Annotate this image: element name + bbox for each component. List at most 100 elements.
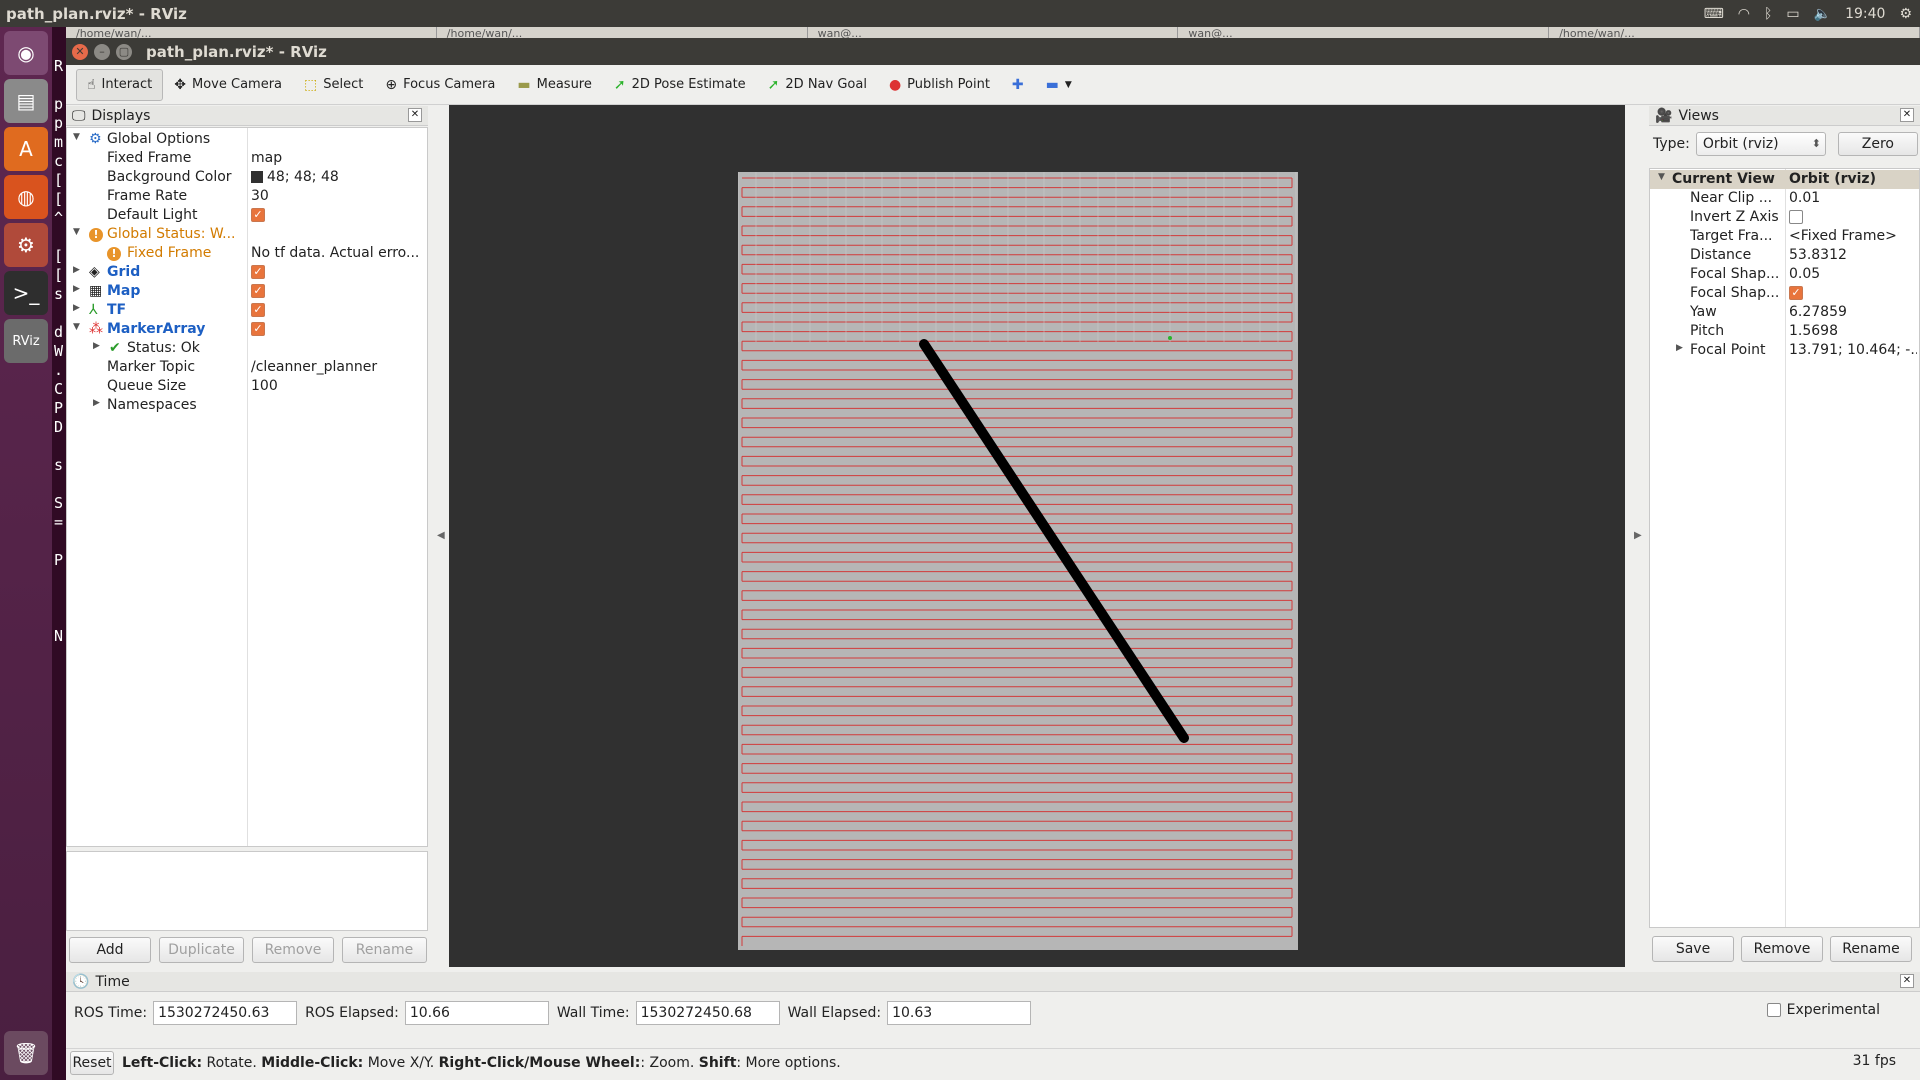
- focal-shape-checkbox[interactable]: ✓: [1789, 286, 1803, 300]
- rename-display-button[interactable]: Rename: [342, 937, 427, 963]
- invert-z-checkbox[interactable]: [1789, 210, 1803, 224]
- view-prop-target-frame[interactable]: Target Fra... <Fixed Frame>: [1650, 227, 1919, 246]
- close-icon[interactable]: ✕: [1900, 108, 1914, 122]
- zero-button[interactable]: Zero: [1837, 132, 1918, 156]
- close-icon[interactable]: ✕: [408, 108, 422, 122]
- move-camera-tool[interactable]: ✥ Move Camera: [163, 69, 293, 101]
- software-center-icon[interactable]: A: [4, 127, 48, 171]
- grid-checkbox[interactable]: ✓: [251, 265, 265, 279]
- view-type-select[interactable]: Orbit (rviz): [1695, 132, 1826, 156]
- view-prop-pitch[interactable]: Pitch 1.5698: [1650, 322, 1919, 341]
- view-prop-near-clip[interactable]: Near Clip ... 0.01: [1650, 189, 1919, 208]
- collapse-arrow-icon[interactable]: ▶: [93, 341, 100, 351]
- map-checkbox[interactable]: ✓: [251, 284, 265, 298]
- add-display-button[interactable]: Add: [69, 937, 151, 963]
- volume-icon[interactable]: 🔈: [1814, 6, 1831, 22]
- close-icon[interactable]: ✕: [1900, 974, 1914, 988]
- tree-value[interactable]: 53.8312: [1789, 247, 1917, 263]
- view-prop-focal-point[interactable]: ▶ Focal Point 13.791; 10.464; -...: [1650, 341, 1919, 360]
- measure-tool[interactable]: ▬ Measure: [506, 69, 602, 101]
- default-light-checkbox[interactable]: ✓: [251, 208, 265, 222]
- remove-view-button[interactable]: Remove: [1741, 936, 1823, 962]
- collapse-left-panel-icon[interactable]: ◀: [437, 530, 445, 541]
- minimize-window-button[interactable]: –: [94, 43, 110, 60]
- tree-row-frame-rate[interactable]: Frame Rate 30: [67, 187, 427, 206]
- render-viewport[interactable]: [449, 105, 1625, 967]
- system-settings-icon[interactable]: ⚙: [4, 223, 48, 267]
- tree-value[interactable]: 1.5698: [1789, 323, 1917, 339]
- color-value[interactable]: 48; 48; 48: [251, 169, 425, 185]
- tree-row-namespaces[interactable]: ▶ Namespaces: [67, 396, 427, 415]
- collapse-arrow-icon[interactable]: ▶: [93, 398, 100, 408]
- tree-row-fixed-frame[interactable]: Fixed Frame map: [67, 149, 427, 168]
- tree-row-status-ok[interactable]: ▶ ✔ Status: Ok: [67, 339, 427, 358]
- tree-row-global-status[interactable]: ▼ ! Global Status: W...: [67, 225, 427, 244]
- ros-time-field[interactable]: 1530272450.63: [153, 1001, 298, 1025]
- wifi-icon[interactable]: ◠: [1738, 6, 1750, 22]
- rename-view-button[interactable]: Rename: [1830, 936, 1912, 962]
- tree-value[interactable]: 0.05: [1789, 266, 1917, 282]
- bluetooth-icon[interactable]: ᛒ: [1764, 6, 1772, 22]
- current-view-row[interactable]: ▼ Current View Orbit (rviz): [1650, 170, 1919, 189]
- tree-row-fixed-frame-warning[interactable]: ! Fixed Frame No tf data. Actual erro...: [67, 244, 427, 263]
- terminal-icon[interactable]: >_: [4, 271, 48, 315]
- expand-arrow-icon[interactable]: ▼: [73, 132, 80, 142]
- settings-gear-icon[interactable]: ⚙: [1899, 6, 1912, 22]
- clock[interactable]: 19:40: [1845, 6, 1885, 22]
- rviz-icon[interactable]: RViz: [4, 319, 48, 363]
- tree-value[interactable]: <Fixed Frame>: [1789, 228, 1917, 244]
- tree-value[interactable]: 6.27859: [1789, 304, 1917, 320]
- marker-array-checkbox[interactable]: ✓: [251, 322, 265, 336]
- tree-row-background-color[interactable]: Background Color 48; 48; 48: [67, 168, 427, 187]
- trash-icon[interactable]: 🗑: [4, 1031, 48, 1075]
- keyboard-icon[interactable]: ⌨: [1704, 6, 1724, 22]
- save-view-button[interactable]: Save: [1652, 936, 1734, 962]
- collapse-arrow-icon[interactable]: ▶: [73, 284, 80, 294]
- view-prop-focal-shape-size[interactable]: Focal Shap... 0.05: [1650, 265, 1919, 284]
- add-tool-button[interactable]: ✚: [1001, 69, 1035, 101]
- wall-elapsed-field[interactable]: 10.63: [887, 1001, 1032, 1025]
- maximize-window-button[interactable]: ▢: [116, 43, 132, 60]
- expand-arrow-icon[interactable]: ▼: [1658, 172, 1665, 182]
- remove-display-button[interactable]: Remove: [252, 937, 334, 963]
- files-icon[interactable]: ▤: [4, 79, 48, 123]
- tree-row-global-options[interactable]: ▼ ⚙ Global Options: [67, 130, 427, 149]
- tf-checkbox[interactable]: ✓: [251, 303, 265, 317]
- ubuntu-dash-icon[interactable]: ◉: [4, 31, 48, 75]
- focus-camera-tool[interactable]: ⊕ Focus Camera: [374, 69, 506, 101]
- select-tool[interactable]: ⬚ Select: [293, 69, 374, 101]
- tree-value[interactable]: /cleanner_planner: [251, 359, 425, 375]
- tree-value[interactable]: 100: [251, 378, 425, 394]
- firefox-icon[interactable]: ◍: [4, 175, 48, 219]
- duplicate-display-button[interactable]: Duplicate: [159, 937, 244, 963]
- collapse-right-panel-icon[interactable]: ▶: [1634, 530, 1642, 541]
- tree-row-map[interactable]: ▶ ▦ Map ✓: [67, 282, 427, 301]
- experimental-checkbox[interactable]: [1766, 1003, 1781, 1017]
- reset-button[interactable]: Reset: [70, 1050, 114, 1075]
- expand-arrow-icon[interactable]: ▼: [73, 227, 80, 237]
- ros-elapsed-field[interactable]: 10.66: [404, 1001, 549, 1025]
- tree-row-grid[interactable]: ▶ ◈ Grid ✓: [67, 263, 427, 282]
- close-window-button[interactable]: ✕: [72, 43, 88, 60]
- tree-row-queue-size[interactable]: Queue Size 100: [67, 377, 427, 396]
- collapse-arrow-icon[interactable]: ▶: [1676, 343, 1683, 353]
- view-prop-yaw[interactable]: Yaw 6.27859: [1650, 303, 1919, 322]
- tree-row-tf[interactable]: ▶ ⅄ TF ✓: [67, 301, 427, 320]
- interact-tool[interactable]: ☝ Interact: [76, 68, 164, 101]
- tree-value[interactable]: 30: [251, 188, 425, 204]
- 2d-nav-goal-tool[interactable]: ➚ 2D Nav Goal: [757, 69, 878, 101]
- tree-row-default-light[interactable]: Default Light ✓: [67, 206, 427, 225]
- view-prop-focal-shape-fixed[interactable]: Focal Shap... ✓: [1650, 284, 1919, 303]
- wall-time-field[interactable]: 1530272450.68: [635, 1001, 780, 1025]
- expand-arrow-icon[interactable]: ▼: [73, 322, 80, 332]
- collapse-arrow-icon[interactable]: ▶: [73, 303, 80, 313]
- view-prop-distance[interactable]: Distance 53.8312: [1650, 246, 1919, 265]
- publish-point-tool[interactable]: ● Publish Point: [878, 69, 1001, 101]
- tree-row-marker-topic[interactable]: Marker Topic /cleanner_planner: [67, 358, 427, 377]
- tree-row-marker-array[interactable]: ▼ ⁂ MarkerArray ✓: [67, 320, 427, 339]
- tree-value[interactable]: 0.01: [1789, 190, 1917, 206]
- remove-tool-dropdown[interactable]: ▬ ▼: [1035, 69, 1083, 101]
- battery-icon[interactable]: ▭: [1786, 6, 1799, 22]
- tree-value[interactable]: 13.791; 10.464; -...: [1789, 342, 1917, 358]
- view-prop-invert-z[interactable]: Invert Z Axis: [1650, 208, 1919, 227]
